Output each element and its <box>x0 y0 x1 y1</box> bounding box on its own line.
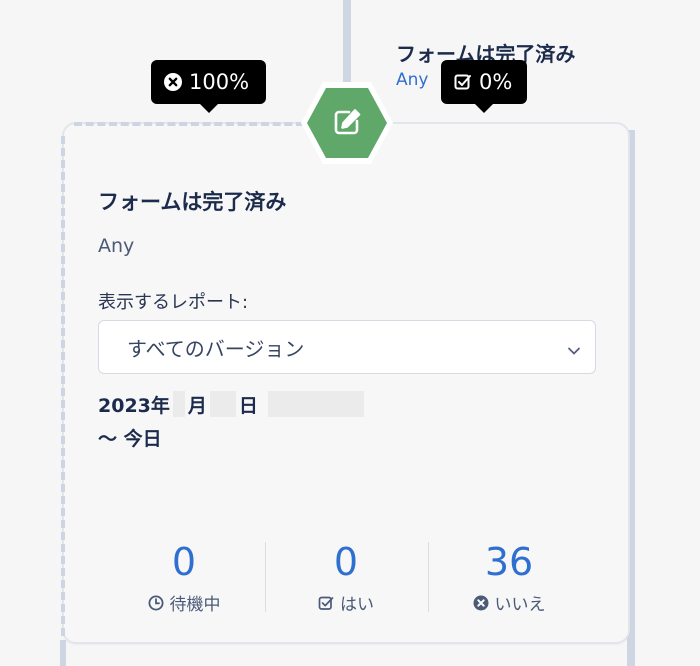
date-range-end: ～ 今日 <box>98 428 162 450</box>
report-version-label: 表示するレポート: <box>98 292 249 313</box>
stat-waiting-label-row: 待機中 <box>104 590 264 615</box>
version-select[interactable]: すべてのバージョン <box>98 320 596 374</box>
tooltip-no-percent: 100% <box>151 60 266 113</box>
date-day: 日 <box>238 394 258 417</box>
checkbox-icon <box>453 72 473 92</box>
chevron-down-icon <box>567 339 581 355</box>
tooltip-yes-value: 0% <box>479 70 513 94</box>
date-month: 月 <box>187 394 207 417</box>
edit-step-badge[interactable] <box>299 80 395 166</box>
stat-yes-label-row: はい <box>266 590 426 615</box>
branch-subtitle[interactable]: Any <box>396 70 428 90</box>
date-month-blank <box>172 391 185 417</box>
stat-no-value: 36 <box>484 540 534 584</box>
hexagon-shape <box>301 82 393 164</box>
stat-waiting-label: 待機中 <box>169 595 221 615</box>
stat-waiting-value: 0 <box>171 540 197 584</box>
stat-no-label-row: いいえ <box>429 590 589 615</box>
stat-yes-value: 0 <box>333 540 359 584</box>
tooltip-no-value: 100% <box>189 70 250 94</box>
checkbox-icon <box>318 595 334 611</box>
date-time-blank <box>267 391 364 417</box>
stat-yes[interactable]: 0 はい <box>266 538 426 615</box>
stat-no[interactable]: 36 いいえ <box>429 538 589 615</box>
card-subtitle: Any <box>98 235 135 257</box>
x-circle-icon <box>163 72 183 92</box>
stat-no-label: いいえ <box>494 595 546 615</box>
date-range-start: 2023年 月 日 <box>98 390 367 418</box>
card-title: フォームは完了済み <box>98 190 287 214</box>
x-circle-icon <box>473 595 489 611</box>
stat-waiting[interactable]: 0 待機中 <box>104 538 264 615</box>
version-select-value: すべてのバージョン <box>127 336 305 361</box>
flow-connector-bottom <box>60 640 66 666</box>
date-day-blank <box>209 391 236 417</box>
dashed-border-top <box>74 122 304 126</box>
dashed-border-left <box>61 136 65 636</box>
tooltip-yes-percent: 0% <box>441 60 527 113</box>
clock-icon <box>148 595 164 611</box>
stat-yes-label: はい <box>340 595 374 615</box>
date-year: 2023年 <box>98 394 170 417</box>
